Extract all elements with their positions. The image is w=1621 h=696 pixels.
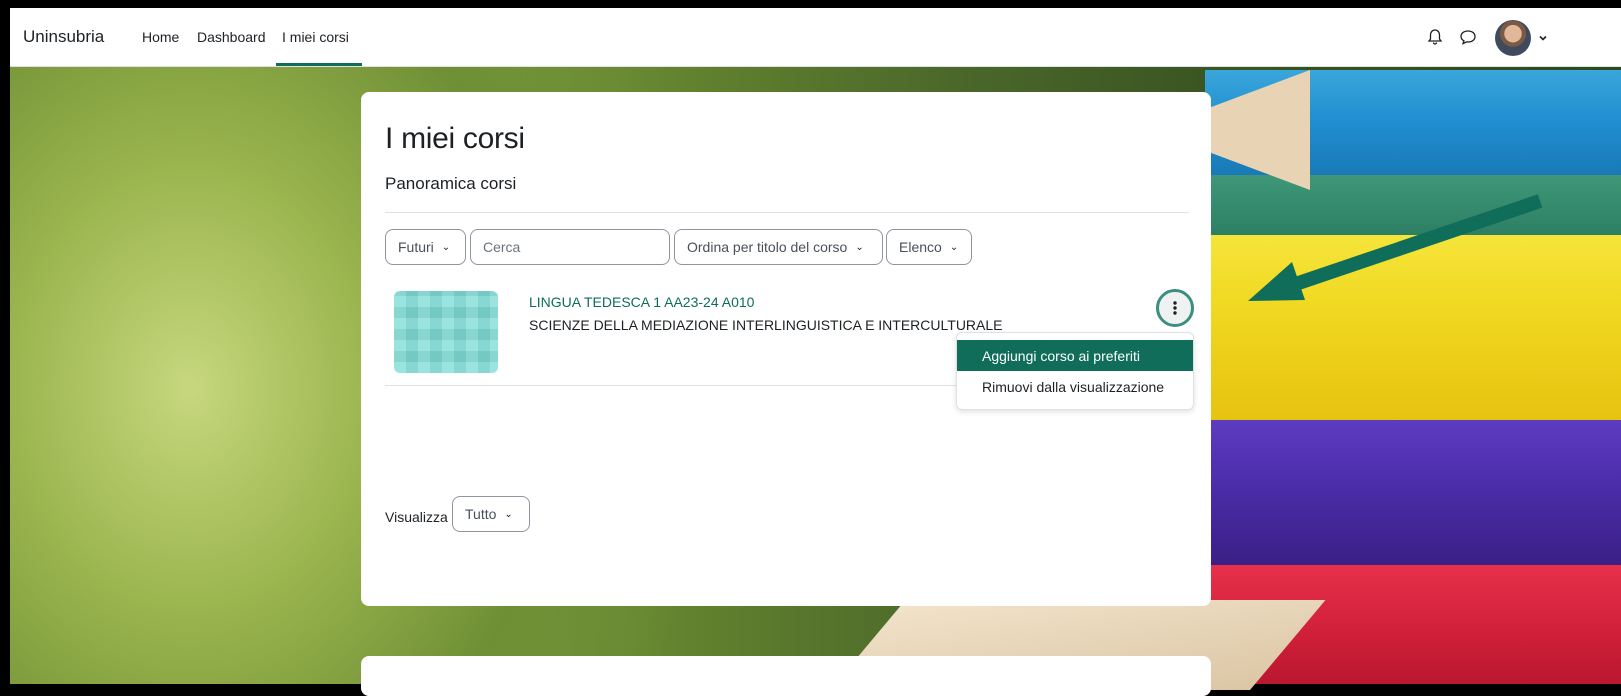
paging-value: Tutto (465, 506, 497, 522)
course-image[interactable] (394, 291, 498, 373)
sort-value: Ordina per titolo del corso (687, 239, 848, 255)
chevron-down-icon: ⌄ (441, 241, 451, 253)
course-actions-menu-button[interactable] (1156, 289, 1194, 327)
course-actions-menu: Aggiungi corso ai preferiti Rimuovi dall… (956, 332, 1194, 410)
pencil-purple (1205, 420, 1621, 565)
avatar[interactable] (1495, 20, 1531, 56)
divider (385, 212, 1189, 213)
view-dropdown[interactable]: Elenco ⌄ (886, 229, 972, 265)
nav-home[interactable]: Home (142, 29, 179, 45)
course-category: SCIENZE DELLA MEDIAZIONE INTERLINGUISTIC… (529, 317, 1003, 333)
chevron-down-icon: ⌄ (855, 241, 864, 253)
search-input[interactable]: Cerca (470, 229, 670, 265)
search-placeholder: Cerca (483, 239, 521, 255)
kebab-icon (1173, 301, 1177, 315)
nav-my-courses[interactable]: I miei corsi (282, 29, 349, 45)
grouping-value: Futuri (398, 239, 434, 255)
next-card (361, 656, 1211, 696)
grouping-dropdown[interactable]: Futuri ⌄ (385, 229, 466, 265)
chevron-down-icon: ⌄ (504, 508, 513, 520)
chat-icon[interactable] (1457, 26, 1479, 48)
site-brand[interactable]: Uninsubria (23, 27, 104, 47)
sort-dropdown[interactable]: Ordina per titolo del corso ⌄ (674, 229, 883, 265)
course-name-link[interactable]: LINGUA TEDESCA 1 AA23-24 A010 (529, 294, 754, 310)
view-value: Elenco (899, 239, 942, 255)
menu-item-add-favourite[interactable]: Aggiungi corso ai preferiti (957, 340, 1193, 371)
top-navbar: Uninsubria Home Dashboard I miei corsi (10, 8, 1621, 67)
course-overview-card: I miei corsi Panoramica corsi Futuri ⌄ C… (361, 92, 1211, 606)
bell-icon[interactable] (1424, 26, 1446, 48)
pencil-yellow (1205, 235, 1621, 420)
paging-dropdown[interactable]: Tutto ⌄ (452, 496, 530, 532)
page-title: I miei corsi (385, 122, 525, 155)
paging-label: Visualizza (385, 509, 448, 525)
active-nav-indicator (276, 63, 362, 66)
chevron-down-icon: ⌄ (949, 241, 959, 253)
menu-item-remove-from-view[interactable]: Rimuovi dalla visualizzazione (957, 371, 1193, 402)
section-title: Panoramica corsi (385, 174, 517, 193)
nav-dashboard[interactable]: Dashboard (197, 29, 266, 45)
chevron-down-icon[interactable] (1532, 27, 1554, 49)
